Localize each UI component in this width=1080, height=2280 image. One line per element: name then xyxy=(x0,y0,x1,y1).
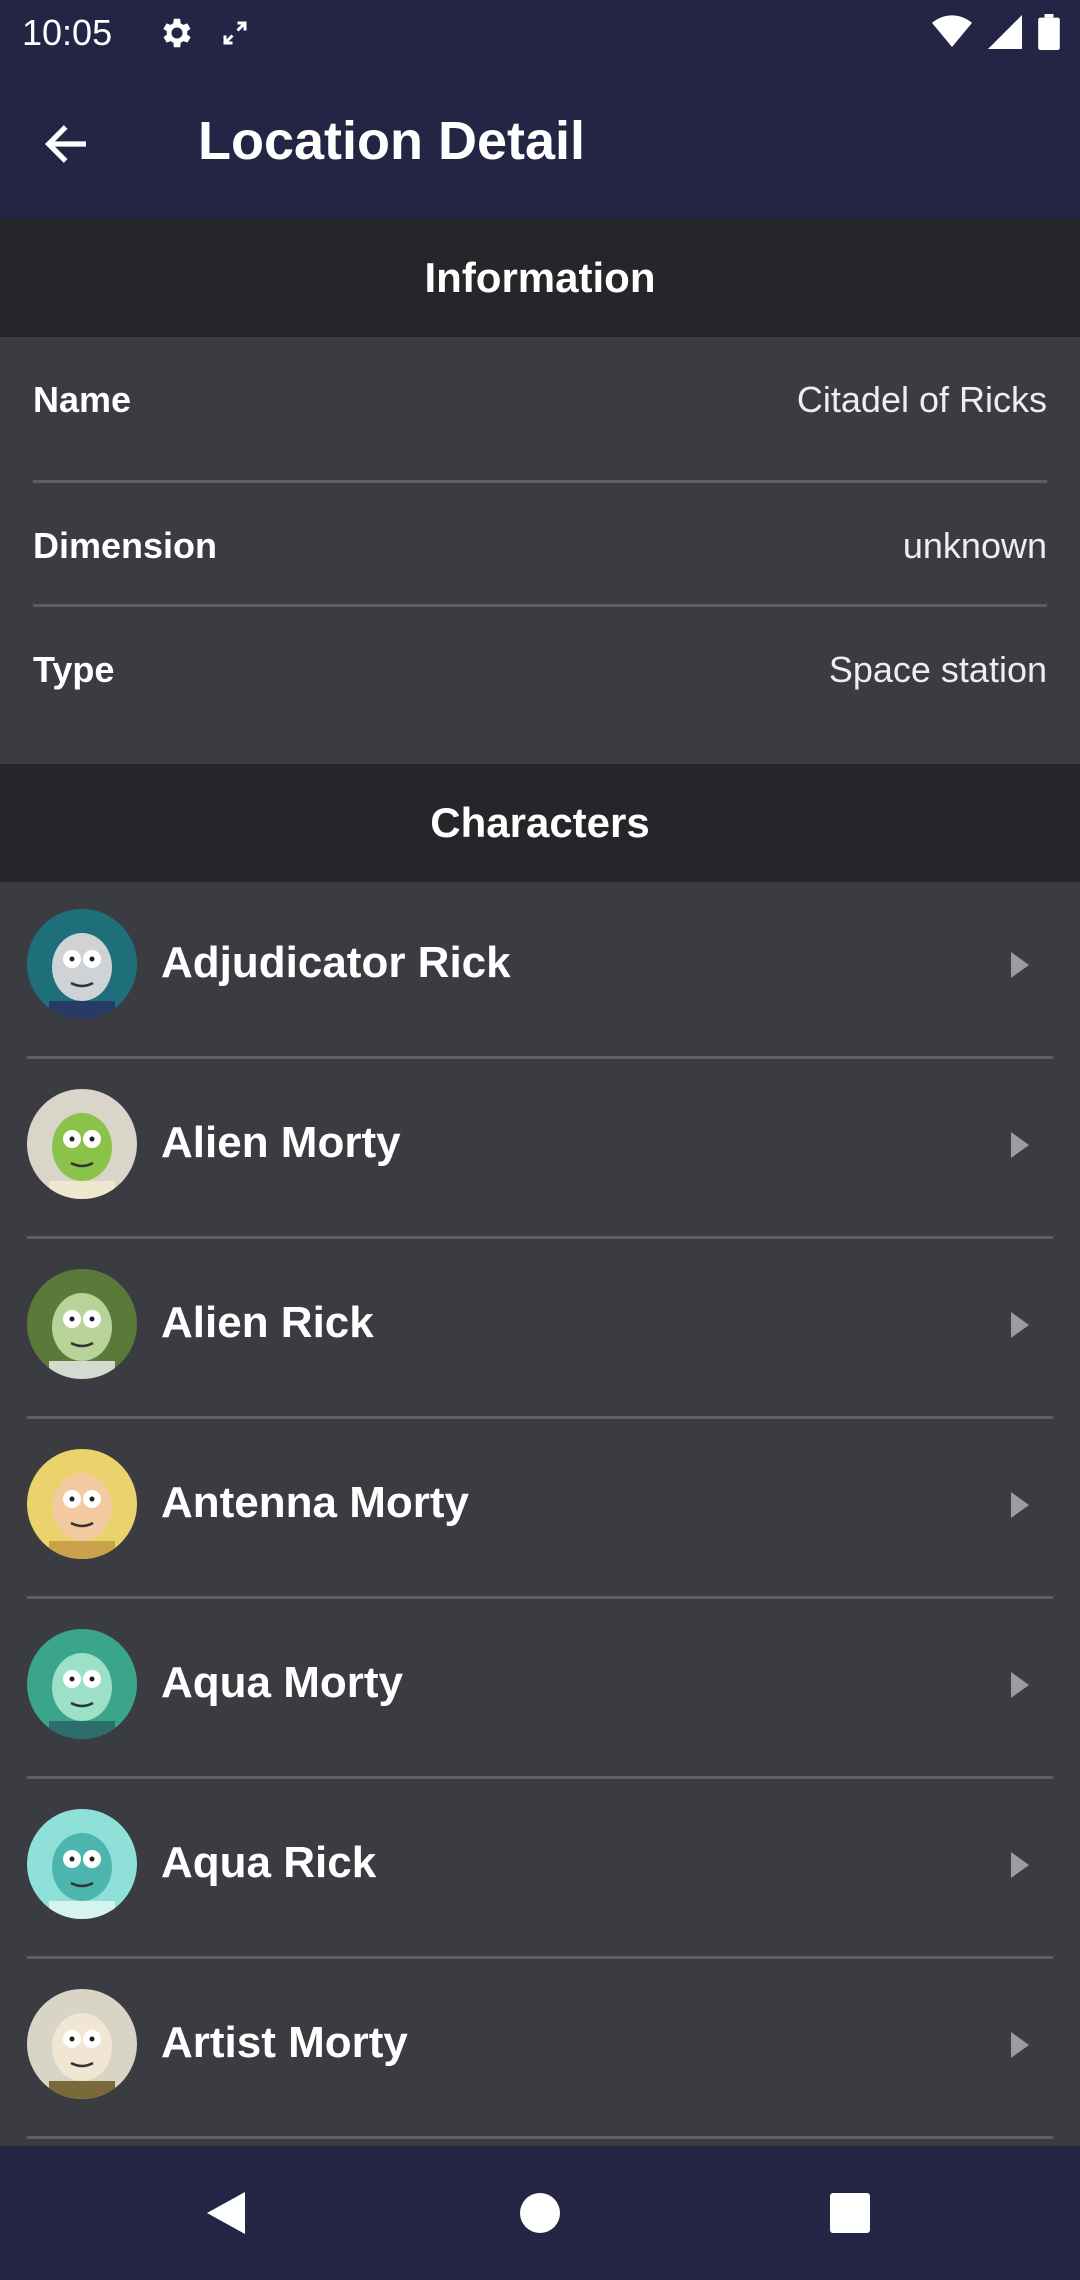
character-name: Antenna Morty xyxy=(161,1478,469,1527)
avatar xyxy=(27,1989,137,2099)
characters-header: Characters xyxy=(0,764,1080,882)
avatar xyxy=(27,1449,137,1559)
chevron-right-icon xyxy=(1011,1852,1029,1878)
chevron-right-icon xyxy=(1011,1132,1029,1158)
character-name: Artist Morty xyxy=(161,2018,408,2067)
recents-square-icon[interactable] xyxy=(825,2188,875,2238)
information-panel: Name Citadel of Ricks Dimension unknown … xyxy=(0,337,1080,764)
character-row[interactable]: Adjudicator Rick xyxy=(27,882,1053,1059)
character-row[interactable]: Artist Morty xyxy=(27,1962,1053,2139)
divider xyxy=(27,2136,1053,2139)
divider xyxy=(27,1956,1053,1959)
info-value: Citadel of Ricks xyxy=(796,378,1047,420)
info-label: Name xyxy=(33,378,132,420)
gear-icon xyxy=(163,18,191,48)
divider xyxy=(27,1236,1053,1239)
chevron-right-icon xyxy=(1011,1492,1029,1518)
avatar xyxy=(27,1269,137,1379)
characters-list[interactable]: Adjudicator Rick Alien Morty Alien Rick … xyxy=(0,882,1080,2146)
chevron-right-icon xyxy=(1011,1672,1029,1698)
character-row[interactable]: Aqua Rick xyxy=(27,1782,1053,1959)
avatar xyxy=(27,1629,137,1739)
info-row-type: Type Space station xyxy=(33,607,1047,732)
divider xyxy=(27,1056,1053,1059)
info-value: unknown xyxy=(902,524,1047,566)
status-bar: 10:05 xyxy=(0,0,1080,66)
app-bar: Location Detail xyxy=(0,66,1080,220)
divider xyxy=(27,1596,1053,1599)
divider xyxy=(27,1416,1053,1419)
info-row-name: Name Citadel of Ricks xyxy=(33,337,1047,462)
info-value: Space station xyxy=(828,648,1047,690)
avatar xyxy=(27,909,137,1019)
character-row[interactable]: Alien Rick xyxy=(27,1242,1053,1419)
chevron-right-icon xyxy=(1011,952,1029,978)
character-row[interactable]: Aqua Morty xyxy=(27,1602,1053,1779)
information-header: Information xyxy=(0,219,1080,337)
wifi-icon xyxy=(932,15,972,48)
arrow-left-icon[interactable] xyxy=(40,118,92,170)
sync-icon xyxy=(223,21,247,45)
info-label: Type xyxy=(33,648,115,690)
back-triangle-icon[interactable] xyxy=(201,2188,251,2238)
info-label: Dimension xyxy=(33,524,218,566)
avatar xyxy=(27,1809,137,1919)
navigation-bar xyxy=(0,2146,1080,2280)
avatar xyxy=(27,1089,137,1199)
status-right-icons xyxy=(932,14,1060,50)
chevron-right-icon xyxy=(1011,1312,1029,1338)
character-name: Alien Rick xyxy=(161,1298,374,1347)
page-title: Location Detail xyxy=(198,111,586,171)
home-circle-icon[interactable] xyxy=(515,2188,565,2238)
status-time: 10:05 xyxy=(22,12,113,53)
character-name: Alien Morty xyxy=(161,1118,401,1167)
character-name: Aqua Rick xyxy=(161,1838,377,1887)
divider xyxy=(27,1776,1053,1779)
character-name: Aqua Morty xyxy=(161,1658,403,1707)
character-row[interactable]: Antenna Morty xyxy=(27,1422,1053,1599)
chevron-right-icon xyxy=(1011,2032,1029,2058)
character-row[interactable]: Alien Morty xyxy=(27,1062,1053,1239)
signal-icon xyxy=(988,15,1022,49)
battery-icon xyxy=(1038,14,1060,50)
character-name: Adjudicator Rick xyxy=(161,938,511,987)
info-row-dimension: Dimension unknown xyxy=(33,483,1047,608)
